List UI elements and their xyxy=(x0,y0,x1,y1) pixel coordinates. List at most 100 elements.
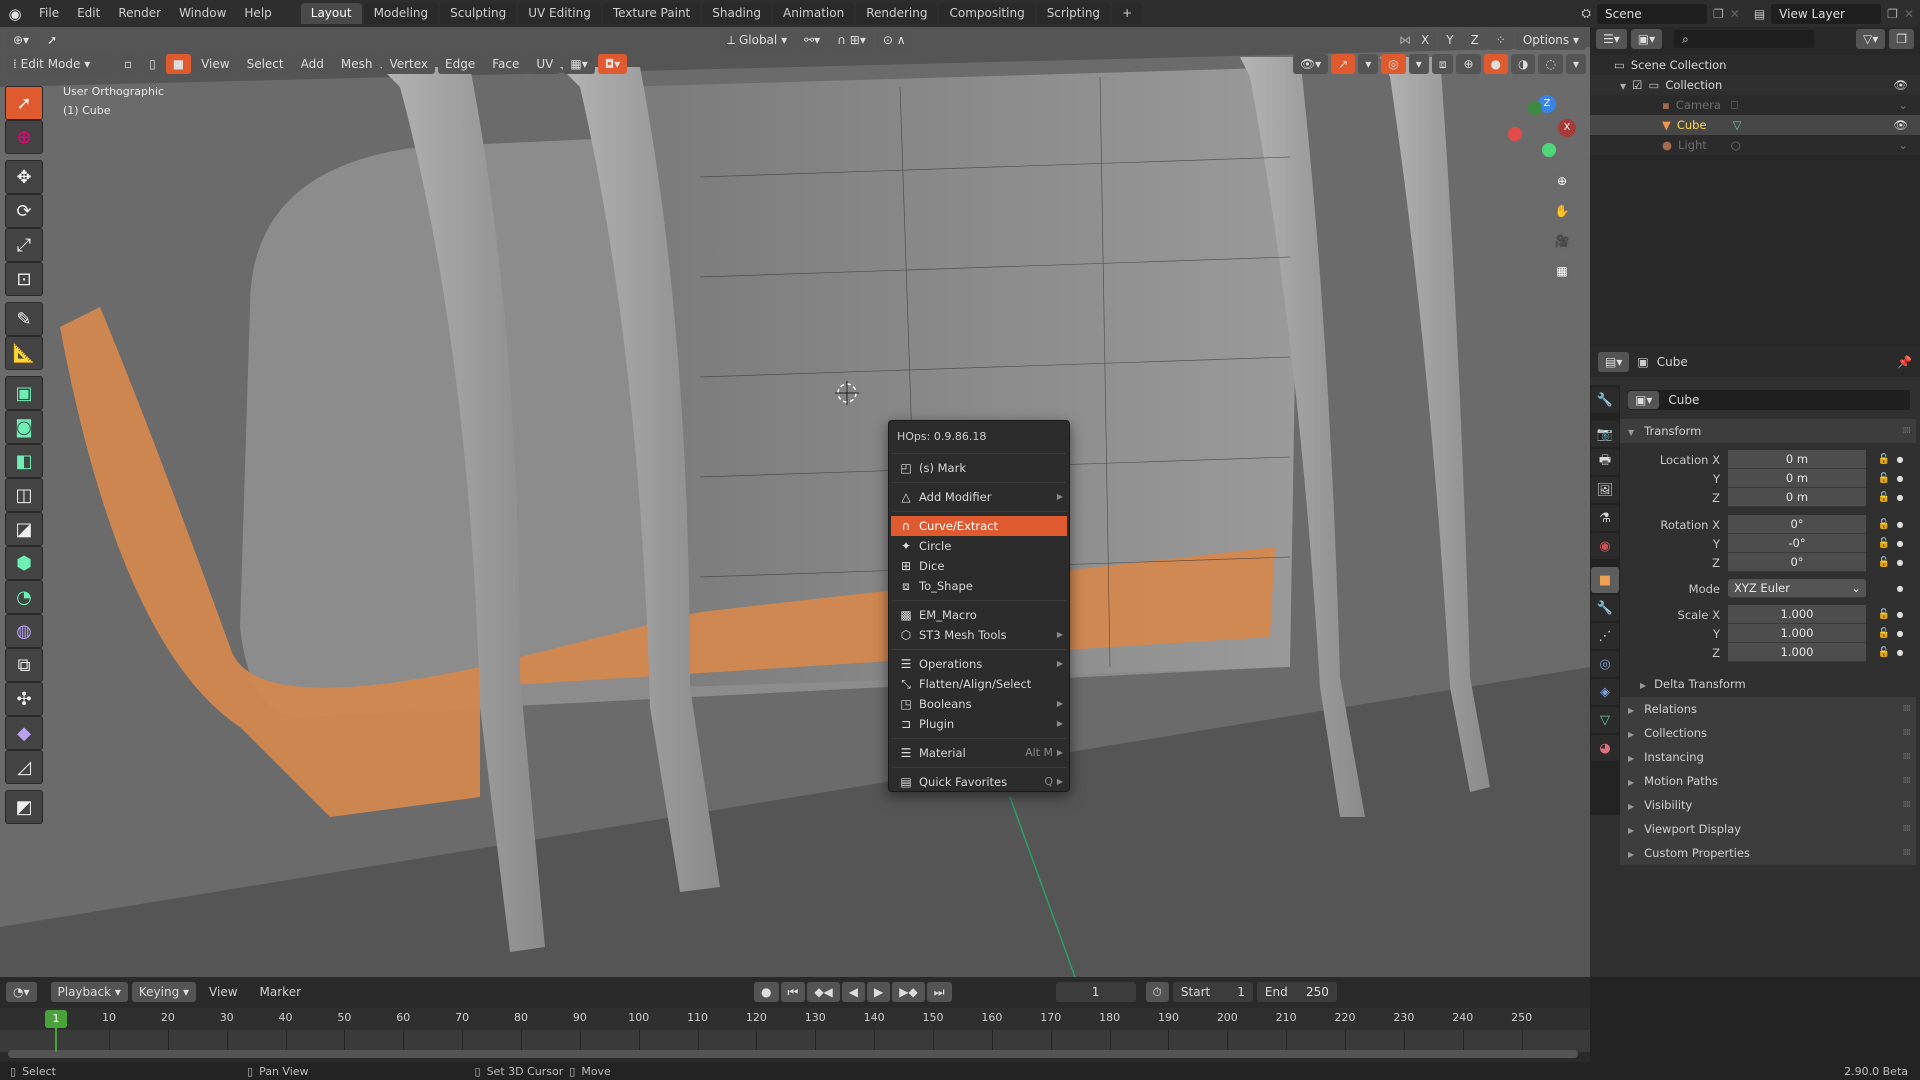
tab-particles[interactable]: ⋰ xyxy=(1591,623,1619,649)
menu-face[interactable]: Face xyxy=(485,54,527,74)
remove-scene-icon[interactable]: ✕ xyxy=(1730,7,1740,21)
tab-shading[interactable]: Shading xyxy=(702,3,771,24)
pivot-dropdown[interactable]: ⚯▾ xyxy=(797,30,828,50)
eye-icon[interactable]: 👁 xyxy=(1893,115,1908,135)
loop-cut-tool[interactable]: ◫ xyxy=(5,478,43,512)
menu-help[interactable]: Help xyxy=(235,0,280,27)
tab-rendering[interactable]: Rendering xyxy=(856,3,938,24)
keyframe-dot-icon[interactable]: ● xyxy=(1894,474,1906,483)
orientation-dropdown[interactable]: ⟂ Global ▾ xyxy=(720,30,795,50)
gizmo-neg-y[interactable] xyxy=(1542,143,1556,157)
location-z-field[interactable]: 0 m xyxy=(1728,488,1866,507)
panel-motion-paths[interactable]: ▶ Motion Paths ⁞⁞⁞⁞ xyxy=(1620,769,1916,793)
drag-handle-icon[interactable]: ⁞⁞⁞⁞ xyxy=(1903,697,1912,721)
lock-icon[interactable]: 🔓 xyxy=(1874,519,1894,530)
annotate-tool[interactable]: ✎ xyxy=(5,302,43,336)
spin-tool[interactable]: ◔ xyxy=(5,580,43,614)
properties-editor-type[interactable]: ▤▾ xyxy=(1598,352,1630,372)
mirror-icon[interactable]: ⋈ xyxy=(1399,33,1411,47)
menu-file[interactable]: File xyxy=(30,0,68,27)
gizmo-dropdown[interactable]: ▾ xyxy=(1358,54,1379,74)
lock-icon[interactable]: 🔓 xyxy=(1874,557,1894,568)
scene-collection-row[interactable]: ▭ Scene Collection xyxy=(1590,55,1920,75)
tab-tool[interactable]: 🔧 xyxy=(1591,387,1619,413)
overlay-toggle[interactable]: ◎ xyxy=(1381,54,1406,74)
drag-handle-icon[interactable]: ⁞⁞⁞⁞ xyxy=(1903,721,1912,745)
rotation-z-field[interactable]: 0° xyxy=(1728,553,1866,572)
zoom-icon[interactable]: ⊕ xyxy=(1550,169,1574,193)
keyframe-dot-icon[interactable]: ● xyxy=(1894,455,1906,464)
rotation-x-field[interactable]: 0° xyxy=(1728,515,1866,534)
tab-world[interactable]: ◉ xyxy=(1591,533,1619,559)
keyframe-dot-icon[interactable]: ● xyxy=(1894,493,1906,502)
tab-constraints[interactable]: ◈ xyxy=(1591,679,1619,705)
drag-handle-icon[interactable]: ⁞⁞⁞⁞ xyxy=(1903,793,1912,817)
knife-tool[interactable]: ◪ xyxy=(5,512,43,546)
tab-view-layer[interactable]: 🖼 xyxy=(1591,477,1619,503)
options-dropdown[interactable]: Options ▾ xyxy=(1515,30,1586,50)
xray-toggle[interactable]: ⧈ xyxy=(1431,54,1454,74)
menu-item-curve-extract[interactable]: ∩ Curve/Extract xyxy=(891,516,1067,536)
scale-y-field[interactable]: 1.000 xyxy=(1728,624,1866,643)
menu-item-st3-mesh-tools[interactable]: ⬡ ST3 Mesh Tools ▶ xyxy=(889,625,1069,645)
pin-icon[interactable]: 📌 xyxy=(1897,355,1912,369)
object-name-field[interactable]: ▣▾ Cube xyxy=(1628,390,1910,410)
hidden-icon[interactable]: ⌄ xyxy=(1898,135,1908,155)
shear-tool[interactable]: ◆ xyxy=(5,716,43,750)
tab-modeling[interactable]: Modeling xyxy=(363,3,439,24)
panel-collections[interactable]: ▶ Collections ⁞⁞⁞⁞ xyxy=(1620,721,1916,745)
shading-dropdown[interactable]: ▾ xyxy=(1565,54,1586,74)
editor-type-icon[interactable]: ⊕▾ xyxy=(6,30,37,50)
keyframe-dot-icon[interactable]: ● xyxy=(1894,610,1906,619)
boxcutter-tool[interactable]: ◩ xyxy=(5,790,43,824)
next-keyframe-button[interactable]: ▶◆ xyxy=(892,982,925,1002)
menu-item-material[interactable]: ☰ Material Alt M ▶ xyxy=(889,743,1069,763)
filter-icon[interactable]: ▽▾ xyxy=(1855,29,1886,49)
menu-item-circle[interactable]: ✦ Circle xyxy=(889,536,1069,556)
bevel-tool[interactable]: ◧ xyxy=(5,444,43,478)
eye-icon[interactable]: 👁 xyxy=(1893,75,1908,95)
keyframe-dot-icon[interactable]: ● xyxy=(1894,629,1906,638)
outliner-item-cube[interactable]: ▼ Cube ▽ 👁 xyxy=(1590,115,1920,135)
camera-view-icon[interactable]: 🎥 xyxy=(1550,229,1574,253)
end-frame-field[interactable]: End 250 xyxy=(1256,982,1337,1002)
panel-custom-properties[interactable]: ▶ Custom Properties ⁞⁞⁞⁞ xyxy=(1620,841,1916,865)
menu-item-plugin[interactable]: ⊐ Plugin ▶ xyxy=(889,714,1069,734)
scale-x-field[interactable]: 1.000 xyxy=(1728,605,1866,624)
auto-merge-icon[interactable]: ⁘ xyxy=(1488,30,1513,50)
display-mode-dropdown[interactable]: ☰▾ xyxy=(1596,29,1627,49)
menu-item-booleans[interactable]: ◳ Booleans ▶ xyxy=(889,694,1069,714)
keyframe-dot-icon[interactable]: ● xyxy=(1894,558,1906,567)
menu-item-operations[interactable]: ☰ Operations ▶ xyxy=(889,654,1069,674)
menu-view[interactable]: View xyxy=(194,54,237,74)
lock-icon[interactable]: 🔓 xyxy=(1874,628,1894,639)
lock-icon[interactable]: 🔓 xyxy=(1874,538,1894,549)
gizmo-x-axis[interactable]: X xyxy=(1558,119,1576,137)
start-frame-field[interactable]: Start 1 xyxy=(1172,982,1253,1002)
keying-dropdown[interactable]: Keying ▾ xyxy=(131,982,197,1002)
menu-mesh[interactable]: Mesh xyxy=(333,54,380,74)
keyframe-dot-icon[interactable]: ● xyxy=(1894,539,1906,548)
menu-edit[interactable]: Edit xyxy=(68,0,109,27)
outliner-item-camera[interactable]: ▪ Camera ⎕ ⌄ xyxy=(1590,95,1920,115)
edge-select-mode[interactable]: ▯ xyxy=(142,54,163,74)
drag-handle-icon[interactable]: ⁞⁞⁞⁞ xyxy=(1903,769,1912,793)
3d-viewport[interactable]: User Orthographic (1) Cube Z X ⊕ ✋ 🎥 ▦ xyxy=(0,27,1590,977)
timeline-scrollbar[interactable] xyxy=(8,1050,1578,1058)
new-view-layer-icon[interactable]: ❐ xyxy=(1887,7,1898,21)
snap-toggle[interactable]: ∩ ⊞▾ xyxy=(830,30,873,50)
tab-physics[interactable]: ◎ xyxy=(1591,651,1619,677)
tab-sculpting[interactable]: Sculpting xyxy=(440,3,517,24)
panel-instancing[interactable]: ▶ Instancing ⁞⁞⁞⁞ xyxy=(1620,745,1916,769)
poly-build-tool[interactable]: ⬢ xyxy=(5,546,43,580)
lock-icon[interactable]: 🔓 xyxy=(1874,647,1894,658)
menu-edge[interactable]: Edge xyxy=(438,54,483,74)
measure-tool[interactable]: 📐 xyxy=(5,336,43,370)
keyframe-dot-icon[interactable]: ● xyxy=(1894,648,1906,657)
smooth-tool[interactable]: ◍ xyxy=(5,614,43,648)
menu-uv[interactable]: UV xyxy=(529,54,561,74)
playback-dropdown[interactable]: Playback ▾ xyxy=(50,982,128,1002)
blender-logo-icon[interactable]: ◉ xyxy=(0,5,30,23)
drag-handle-icon[interactable]: ⁞⁞⁞⁞ xyxy=(1903,841,1912,865)
rotation-y-field[interactable]: -0° xyxy=(1728,534,1866,553)
